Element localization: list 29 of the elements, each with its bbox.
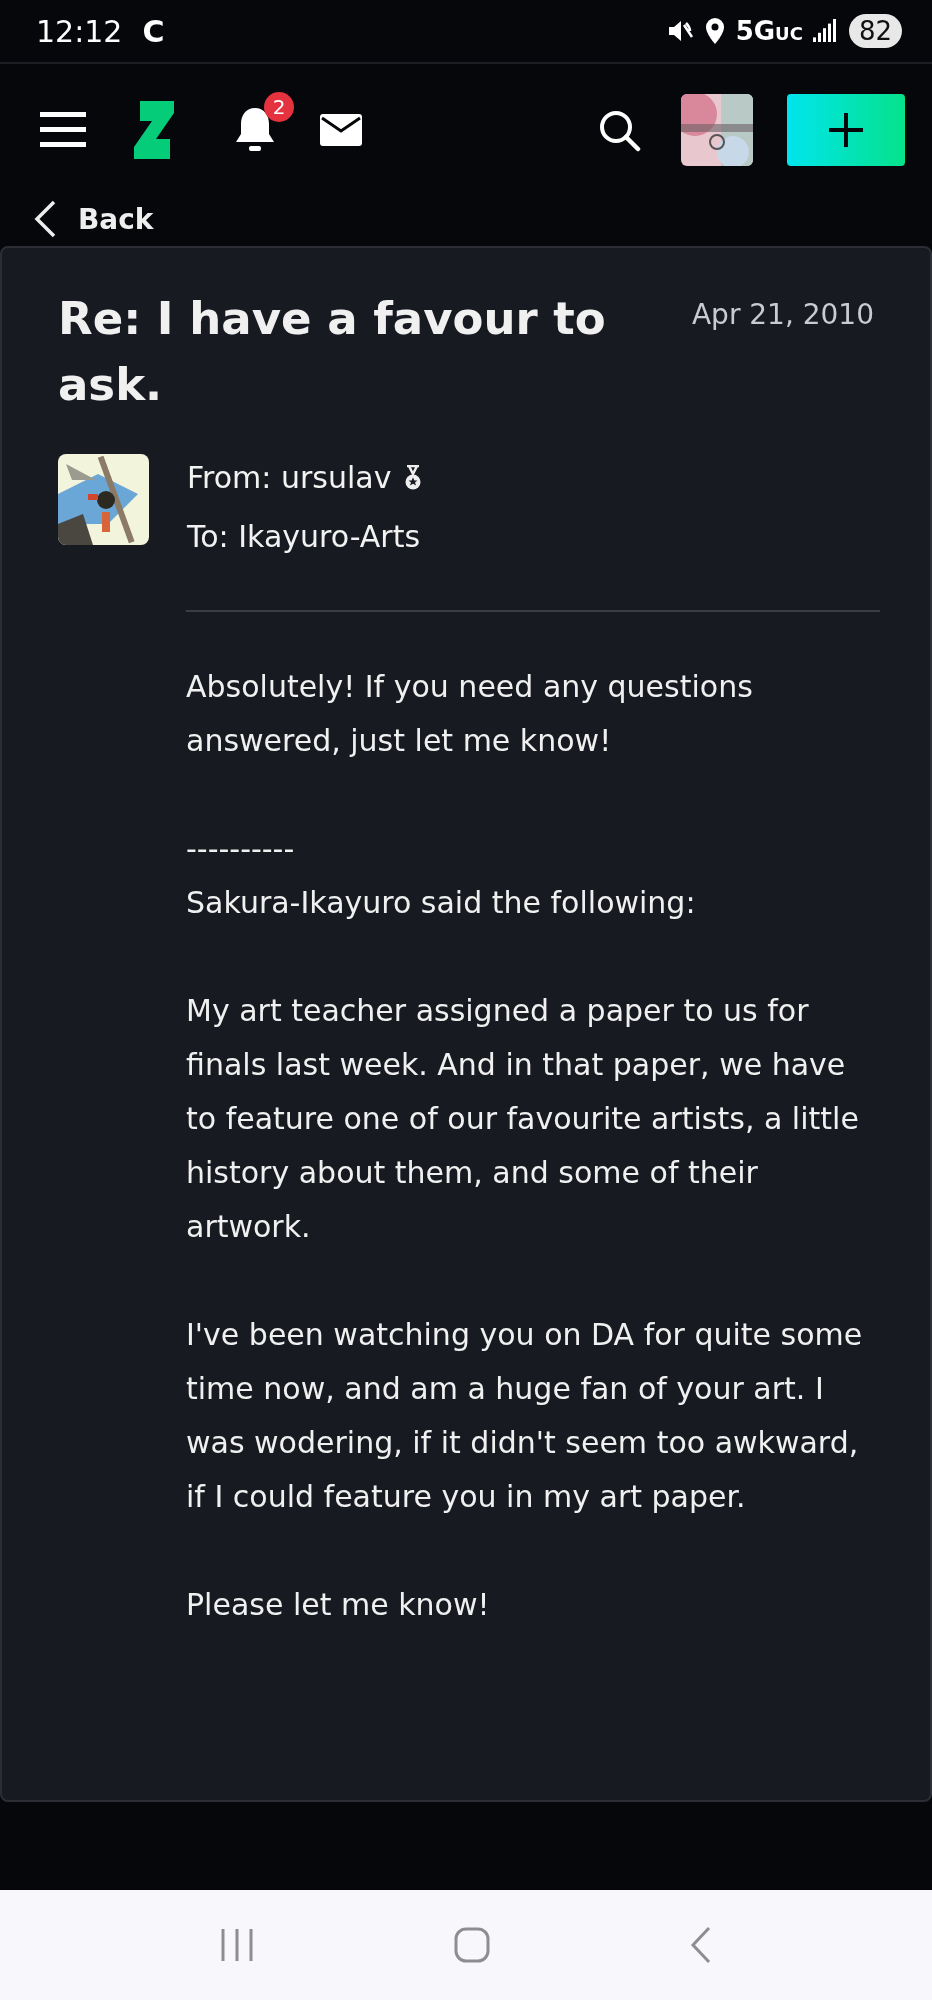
notifications-button[interactable] bbox=[234, 106, 276, 154]
message-text: Please let me know! bbox=[186, 1586, 491, 1624]
signal-icon bbox=[812, 18, 839, 44]
search-button[interactable] bbox=[597, 108, 641, 152]
message-text: ---------- bbox=[186, 830, 296, 868]
message-title: Re: I have a favour to ask. bbox=[58, 291, 607, 413]
notification-count: 2 bbox=[264, 92, 294, 122]
back-button[interactable]: Back bbox=[0, 196, 154, 242]
plus-icon bbox=[827, 111, 865, 149]
sender-line: From: ursulav bbox=[187, 460, 392, 495]
location-icon bbox=[703, 17, 726, 45]
create-button[interactable] bbox=[787, 94, 905, 166]
network-label: 5GUC bbox=[735, 16, 803, 46]
logo-icon[interactable] bbox=[134, 101, 174, 159]
back-nav-icon[interactable] bbox=[690, 1926, 712, 1964]
message-date: Apr 21, 2010 bbox=[691, 298, 874, 331]
recent-apps-icon[interactable] bbox=[220, 1927, 254, 1963]
mail-button[interactable] bbox=[320, 114, 362, 146]
message-text: My art teacher assigned a paper to us for finals last week. And in that paper, we have to feature one of our favourite artists, a little history about them, and some of their artwork. bbox=[186, 992, 860, 1246]
battery-level: 82 bbox=[848, 14, 902, 48]
status-time: 12:12 bbox=[36, 13, 123, 49]
home-icon[interactable] bbox=[454, 1927, 490, 1963]
recipient-line: To: Ikayuro-Arts bbox=[187, 519, 422, 554]
chevron-left-icon bbox=[34, 200, 56, 238]
message-text: Absolutely! If you need any questions answered, just let me know! bbox=[186, 668, 754, 760]
menu-button[interactable] bbox=[40, 110, 86, 150]
message-text: Sakura-Ikayuro said the following: bbox=[186, 884, 697, 922]
status-glyph: C bbox=[142, 13, 165, 49]
message-text: I've been watching you on DA for quite some time now, and am a huge fan of your art. I was wodering, if it didn't seem too awkward, if I could feature you in my art paper. bbox=[186, 1316, 864, 1516]
